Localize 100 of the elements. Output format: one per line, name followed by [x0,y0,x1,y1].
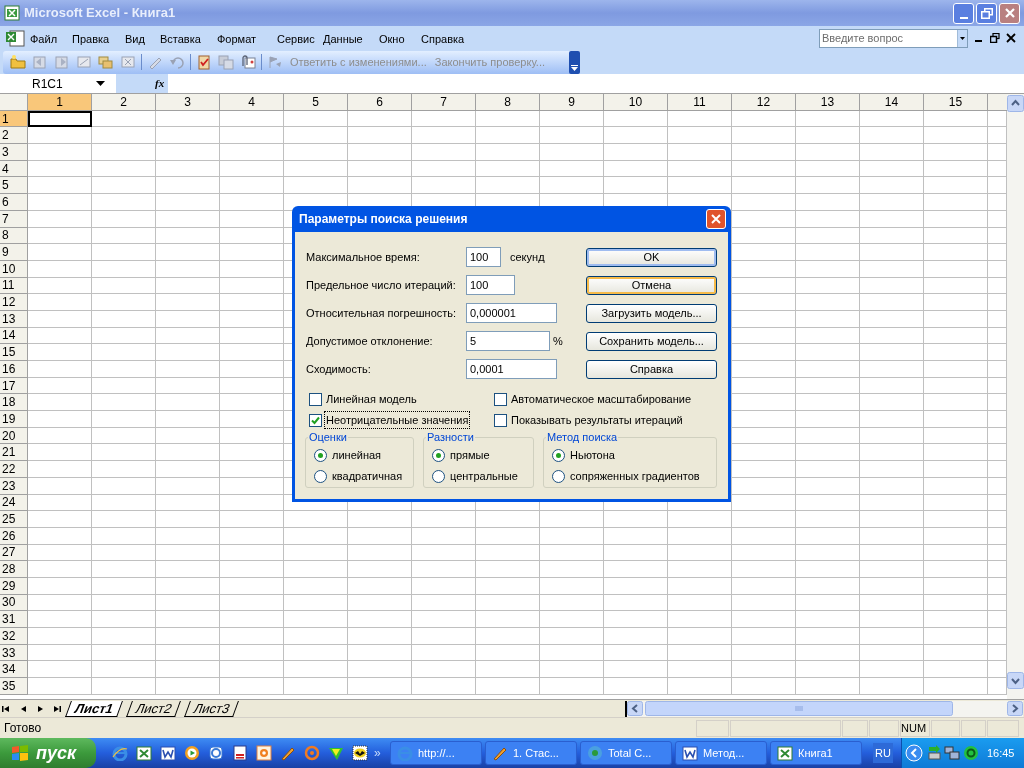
radio-button[interactable] [432,470,445,483]
dialog-button[interactable]: OK [586,248,717,267]
sheet-tab[interactable]: Лист2 [126,700,182,717]
sheet-tab[interactable]: Лист1 [65,700,123,717]
browser-icon[interactable] [112,745,128,761]
row-header[interactable]: 16 [0,361,28,378]
close-icon[interactable] [1006,33,1016,43]
row-header[interactable]: 28 [0,561,28,578]
start-button[interactable]: пуск [0,738,96,768]
radio-label[interactable]: прямые [450,447,490,464]
radio-button[interactable] [552,449,565,462]
close-button[interactable] [999,2,1020,24]
dropdown-arrow-icon[interactable] [957,28,968,48]
menu-item[interactable]: Вставка [159,31,202,48]
flag-arrow-icon[interactable] [267,54,283,70]
row-header[interactable]: 34 [0,661,28,679]
radio-button[interactable] [552,470,565,483]
clipboard-check-icon[interactable] [196,54,212,70]
menu-item[interactable]: Справка [420,31,466,48]
scroll-thumb[interactable] [645,701,953,716]
row-header[interactable]: 18 [0,394,28,412]
column-header[interactable]: 14 [860,94,924,111]
row-header[interactable]: 2 [0,127,28,145]
taskbar-button[interactable]: Книга1 [770,741,862,765]
scroll-right-button[interactable] [1007,701,1023,716]
radio-button[interactable] [432,449,445,462]
input-field[interactable]: 5 [466,331,550,351]
taskbar-button[interactable]: Метод... [675,741,767,765]
network-arrow-icon[interactable] [925,745,942,761]
sheet-tab[interactable]: Лист3 [184,700,240,717]
column-header[interactable]: 10 [604,94,668,111]
column-header[interactable]: 13 [796,94,860,111]
dialog-button[interactable]: Сохранить модель... [586,332,717,351]
overflow-chevron[interactable]: » [374,744,390,762]
scroll-down-button[interactable] [1007,672,1024,689]
menu-item[interactable]: Данные [322,31,364,48]
language-indicator[interactable]: RU [873,743,893,763]
radio-button[interactable] [314,449,327,462]
vertical-scrollbar[interactable] [1007,94,1024,699]
checkbox-label[interactable]: Показывать результаты итераций [510,411,684,429]
checkbox-label[interactable]: Автоматическое масштабирование [510,390,693,408]
page-icon[interactable] [76,54,92,70]
stacked-pages-icon[interactable] [98,54,114,70]
row-header[interactable]: 25 [0,511,28,528]
row-header[interactable]: 5 [0,177,28,195]
input-field[interactable]: 0,0001 [466,359,557,379]
function-label[interactable]: fx [155,75,165,92]
column-header[interactable]: 3 [156,94,220,111]
paperclip-icon[interactable] [240,54,256,70]
row-header[interactable]: 12 [0,294,28,311]
row-header[interactable]: 19 [0,411,28,428]
dialog-button[interactable]: Справка [586,360,717,379]
circle-icon[interactable] [304,745,320,761]
row-header[interactable]: 9 [0,244,28,261]
taskbar-button[interactable]: 1. Стас... [485,741,577,765]
menu-item[interactable]: Вид [124,31,146,48]
spreadsheet-icon[interactable] [136,745,152,761]
row-header[interactable]: 32 [0,628,28,645]
column-header[interactable]: 12 [732,94,796,111]
media-player-icon[interactable] [184,745,200,761]
network-computers-icon[interactable] [943,745,960,761]
taskbar-button[interactable]: Total C... [580,741,672,765]
column-header[interactable]: 11 [668,94,732,111]
row-header[interactable]: 22 [0,461,28,478]
checkbox[interactable] [309,392,322,406]
input-field[interactable]: 100 [466,275,515,295]
ring-icon[interactable] [962,745,979,761]
chevron-left-button[interactable] [904,744,923,762]
input-field[interactable]: 100 [466,247,501,267]
select-all-button[interactable] [0,94,28,111]
folder-star-icon[interactable] [10,54,26,70]
dropdown-arrow-icon[interactable] [96,79,106,88]
input-field[interactable]: 0,000001 [466,303,557,323]
v-logo-icon[interactable] [328,745,344,761]
menu-item[interactable]: Файл [29,31,59,48]
close-button[interactable] [706,209,726,229]
undo-arrow-icon[interactable] [169,54,185,70]
menu-item[interactable]: Правка [71,31,111,48]
column-header[interactable]: 6 [348,94,412,111]
checkbox[interactable] [494,413,507,427]
radio-label[interactable]: линейная [332,447,382,464]
pen-icon[interactable] [280,745,296,761]
sync-icon[interactable] [208,745,224,761]
dialog-button[interactable]: Загрузить модель... [586,304,717,323]
checkbox[interactable] [494,392,507,406]
radio-label[interactable]: квадратичная [332,468,403,485]
scroll-left-button[interactable] [627,701,643,716]
flower-icon[interactable] [256,745,272,761]
column-header[interactable]: 9 [540,94,604,111]
help-search-field[interactable]: Введите вопрос [819,28,957,48]
checkbox-label[interactable]: Неотрицательные значения [325,411,470,429]
radio-label[interactable]: сопряженных градиентов [570,468,700,485]
menu-item[interactable]: Формат [216,31,258,48]
restore-icon[interactable] [990,33,1000,43]
page-cross-icon[interactable] [120,54,136,70]
column-header[interactable]: 8 [476,94,540,111]
toolbar-options-button[interactable] [569,50,580,74]
row-header[interactable]: 31 [0,611,28,628]
oval-badge-icon[interactable] [352,745,368,761]
row-header[interactable]: 6 [0,194,28,211]
